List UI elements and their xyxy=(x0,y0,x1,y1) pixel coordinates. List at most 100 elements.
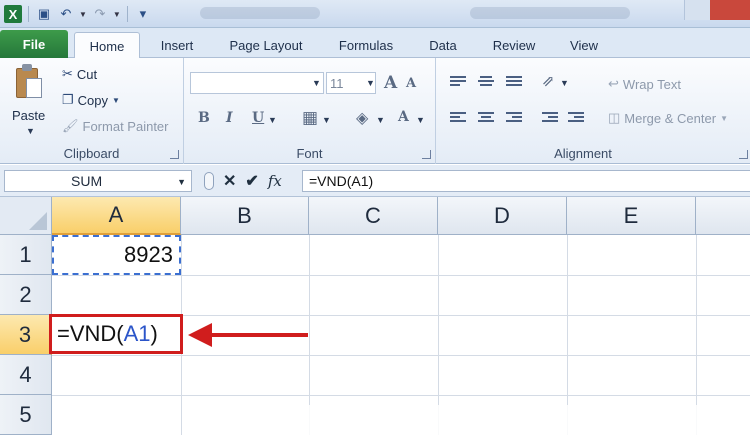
align-bottom-icon[interactable] xyxy=(506,76,522,90)
wrap-text-button[interactable]: ↩ Wrap Text xyxy=(608,76,681,92)
enter-icon[interactable]: ✔ xyxy=(245,171,258,191)
italic-button[interactable]: I xyxy=(226,110,233,126)
tab-page-layout[interactable]: Page Layout xyxy=(218,32,314,58)
tab-file[interactable]: File xyxy=(0,30,68,58)
qat-separator xyxy=(126,6,128,22)
copy-label: Copy xyxy=(77,92,109,108)
customize-toolbar-icon[interactable]: ▾ xyxy=(134,5,152,23)
underline-button[interactable]: U xyxy=(252,110,264,126)
worksheet-grid[interactable]: A B C D E 1 2 3 4 5 8923 =VND(A1) xyxy=(0,197,750,435)
name-box-dropdown-icon[interactable]: ▼ xyxy=(177,177,186,187)
cut-label: Cut xyxy=(76,66,98,82)
formula-bar-resize-handle[interactable] xyxy=(204,172,214,190)
clipboard-group: Paste ▼ ✂ Cut ❐ Copy ▼ 🖌 Format Painter … xyxy=(0,58,184,164)
align-middle-icon[interactable] xyxy=(478,76,494,90)
copy-icon: ❐ xyxy=(62,92,74,107)
column-header-d[interactable]: D xyxy=(438,197,567,235)
scissors-icon: ✂ xyxy=(62,66,73,81)
maximize-button[interactable] xyxy=(684,0,710,20)
font-size-dropdown-icon[interactable]: ▼ xyxy=(366,78,375,88)
qat-separator xyxy=(28,6,29,22)
gridline xyxy=(52,355,750,356)
window-title-blurred xyxy=(200,7,320,19)
undo-dropdown-icon[interactable]: ▼ xyxy=(79,10,87,19)
shrink-font-button[interactable]: A xyxy=(406,76,416,91)
fill-color-icon[interactable]: ◈ xyxy=(356,108,368,127)
formula-text: =VND(A1) xyxy=(309,173,374,189)
copy-button[interactable]: ❐ Copy ▼ xyxy=(62,92,120,108)
align-center-icon[interactable] xyxy=(478,112,494,126)
grow-font-button[interactable]: A xyxy=(384,73,397,93)
row-header-4[interactable]: 4 xyxy=(0,355,52,395)
alignment-group-label: Alignment xyxy=(554,146,612,161)
format-painter-label: Format Painter xyxy=(82,118,169,134)
clipboard-dialog-launcher-icon[interactable] xyxy=(170,150,179,159)
row-header-2[interactable]: 2 xyxy=(0,275,52,315)
name-box[interactable]: SUM ▼ xyxy=(4,170,192,192)
row-header-3[interactable]: 3 xyxy=(0,315,52,355)
ribbon-home: Paste ▼ ✂ Cut ❐ Copy ▼ 🖌 Format Painter … xyxy=(0,58,750,164)
row-header-5[interactable]: 5 xyxy=(0,395,52,435)
undo-icon[interactable]: ↶ xyxy=(57,5,75,23)
font-color-button[interactable]: A xyxy=(398,109,409,125)
select-all-corner[interactable] xyxy=(0,197,52,235)
formula-input[interactable]: =VND(A1) xyxy=(302,170,750,192)
merge-center-button[interactable]: ◫ Merge & Center ▼ xyxy=(608,110,728,126)
cut-button[interactable]: ✂ Cut xyxy=(62,66,97,82)
merge-dropdown-icon[interactable]: ▼ xyxy=(720,114,728,123)
formula-bar: SUM ▼ ✕ ✔ fx =VND(A1) xyxy=(0,165,750,197)
font-size-value: 11 xyxy=(330,75,344,91)
tab-view[interactable]: View xyxy=(560,32,608,58)
save-icon[interactable]: ▣ xyxy=(35,5,53,23)
excel-logo-icon[interactable]: X xyxy=(4,5,22,23)
borders-icon[interactable]: ▦ xyxy=(302,108,318,128)
title-bar: X ▣ ↶ ▼ ↷ ▼ ▾ xyxy=(0,0,750,28)
name-box-value: SUM xyxy=(71,173,103,189)
decrease-indent-icon[interactable] xyxy=(542,112,558,126)
align-right-icon[interactable] xyxy=(506,112,522,126)
borders-dropdown-icon[interactable]: ▼ xyxy=(322,115,331,125)
tab-home[interactable]: Home xyxy=(74,32,140,59)
formula-reference: A1 xyxy=(123,321,151,346)
column-header-a[interactable]: A xyxy=(52,197,181,235)
redo-icon[interactable]: ↷ xyxy=(91,5,109,23)
font-color-dropdown-icon[interactable]: ▼ xyxy=(416,115,425,125)
paste-dropdown-icon[interactable]: ▼ xyxy=(26,126,35,136)
column-header-b[interactable]: B xyxy=(181,197,309,235)
font-name-combo[interactable] xyxy=(190,72,324,94)
column-header-c[interactable]: C xyxy=(309,197,438,235)
font-name-dropdown-icon[interactable]: ▼ xyxy=(312,78,321,88)
close-button[interactable] xyxy=(710,0,750,20)
column-header-e[interactable]: E xyxy=(567,197,696,235)
orientation-dropdown-icon[interactable]: ▼ xyxy=(560,78,569,88)
tab-data[interactable]: Data xyxy=(418,32,468,58)
alignment-dialog-launcher-icon[interactable] xyxy=(739,150,748,159)
underline-dropdown-icon[interactable]: ▼ xyxy=(268,115,277,125)
bold-button[interactable]: B xyxy=(198,110,210,126)
redo-dropdown-icon[interactable]: ▼ xyxy=(113,10,121,19)
align-left-icon[interactable] xyxy=(450,112,466,126)
copy-dropdown-icon[interactable]: ▼ xyxy=(112,96,120,105)
paste-icon[interactable] xyxy=(14,64,44,100)
increase-indent-icon[interactable] xyxy=(568,112,584,126)
tab-insert[interactable]: Insert xyxy=(150,32,204,58)
cell-a1[interactable]: 8923 xyxy=(52,235,181,275)
fill-color-dropdown-icon[interactable]: ▼ xyxy=(376,115,385,125)
cell-a3-active[interactable]: =VND(A1) xyxy=(49,314,183,354)
tab-review[interactable]: Review xyxy=(482,32,546,58)
paste-button[interactable]: Paste xyxy=(12,108,45,123)
format-painter-button[interactable]: 🖌 Format Painter xyxy=(62,118,169,134)
orientation-icon[interactable]: ⇗ xyxy=(542,72,555,90)
gridline xyxy=(52,395,750,396)
insert-function-icon[interactable]: fx xyxy=(268,172,282,190)
font-dialog-launcher-icon[interactable] xyxy=(422,150,431,159)
column-header-f-partial[interactable] xyxy=(696,197,750,235)
align-top-icon[interactable] xyxy=(450,76,466,90)
merge-center-label: Merge & Center xyxy=(624,110,717,126)
cancel-icon[interactable]: ✕ xyxy=(223,171,236,191)
quick-access-toolbar: X ▣ ↶ ▼ ↷ ▼ ▾ xyxy=(4,3,152,25)
alignment-group: ⇗ ▼ ↩ Wrap Text ◫ Merge & Center ▼ Align… xyxy=(436,58,750,164)
row-header-1[interactable]: 1 xyxy=(0,235,52,275)
cell-a1-value: 8923 xyxy=(124,242,173,267)
tab-formulas[interactable]: Formulas xyxy=(328,32,404,58)
